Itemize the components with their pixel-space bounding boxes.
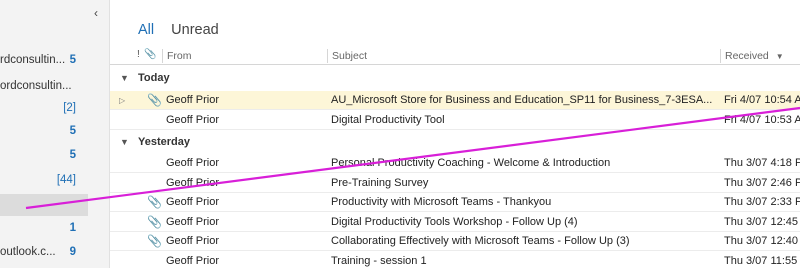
message-row[interactable]: Geoff Prior Personal Productivity Coachin… [110, 154, 800, 173]
column-subject[interactable]: Subject [327, 49, 720, 63]
message-row[interactable]: ▷ 📎 Geoff Prior AU_Microsoft Store for Busi… [110, 91, 800, 110]
attachment-icon: 📎 [147, 195, 162, 209]
importance-icon[interactable]: ! [137, 49, 140, 60]
message-row[interactable]: Geoff Prior Digital Productivity Tool Fri … [110, 111, 800, 130]
message-subject: Collaborating Effectively with Microsoft… [331, 235, 630, 247]
message-row[interactable]: 📎 Geoff Prior Productivity with Microsoft … [110, 193, 800, 212]
message-from: Geoff Prior [166, 113, 219, 126]
message-subject: Digital Productivity Tools Workshop - Fo… [331, 215, 578, 228]
message-received: Thu 3/07 2:33 P [724, 196, 800, 208]
group-label: Today [138, 72, 170, 84]
message-from: Geoff Prior [166, 176, 219, 189]
folder-unread-count: [44] [56, 174, 76, 186]
message-row[interactable]: 📎 Geoff Prior Digital Productivity Tools W… [110, 213, 800, 232]
message-received: Thu 3/07 11:55 [724, 254, 798, 267]
expand-conversation-icon[interactable]: ▷ [119, 91, 125, 110]
message-from: Geoff Prior [166, 235, 219, 247]
tab-unread[interactable]: Unread [171, 22, 219, 38]
folder-item[interactable]: ordconsultin... [0, 75, 88, 97]
filter-tabs: All Unread [138, 22, 232, 42]
message-received: Thu 3/07 4:18 P [724, 157, 800, 169]
message-received: Thu 3/07 2:46 P [724, 176, 800, 189]
attachment-icon: 📎 [147, 234, 162, 248]
message-received: Thu 3/07 12:40 [724, 235, 799, 247]
column-from[interactable]: From [162, 49, 328, 63]
column-received[interactable]: Received ▼ [720, 49, 800, 63]
message-received: Fri 4/07 10:53 A [724, 113, 800, 126]
group-collapse-chevron-icon[interactable]: ▼ [120, 130, 129, 154]
message-from: Geoff Prior [166, 215, 219, 228]
folder-pane: ‹ rdconsultin... 5 ordconsultin... [2] 5 5 [44… [0, 0, 110, 268]
message-received: Fri 4/07 10:54 A [724, 94, 800, 106]
sort-descending-icon[interactable]: ▼ [776, 52, 784, 61]
folder-item[interactable]: outlook.c... 9 [0, 241, 88, 263]
folder-name: outlook.c... [0, 246, 56, 258]
message-list: All Unread ! 📎 From Subject Received ▼ ▼… [110, 0, 800, 268]
message-subject: AU_Microsoft Store for Business and Educ… [331, 94, 713, 106]
folder-unread-count: 9 [69, 246, 76, 258]
column-header: ! 📎 From Subject Received ▼ [110, 47, 800, 65]
folder-item[interactable]: rdconsultin... 5 [0, 49, 88, 71]
message-row[interactable]: Geoff Prior Training - session 1 Thu 3/07 … [110, 252, 800, 268]
group-header-today[interactable]: ▼ Today [110, 66, 800, 90]
folder-unread-count: 5 [69, 125, 76, 137]
attachment-column-icon[interactable]: 📎 [144, 49, 156, 60]
attachment-icon: 📎 [147, 214, 162, 229]
outlook-window: ‹ rdconsultin... 5 ordconsultin... [2] 5 5 [44… [0, 0, 800, 268]
folder-unread-count: 5 [69, 54, 76, 66]
message-from: Geoff Prior [166, 196, 219, 208]
message-subject: Personal Productivity Coaching - Welcome… [331, 157, 611, 169]
attachment-icon: 📎 [147, 93, 162, 107]
tab-all[interactable]: All [138, 22, 154, 38]
message-row[interactable]: 📎 Geoff Prior Collaborating Effectively wi… [110, 232, 800, 251]
message-received: Thu 3/07 12:45 [724, 215, 799, 228]
message-from: Geoff Prior [166, 157, 219, 169]
folder-name: ordconsultin... [0, 80, 72, 92]
folder-unread-count: 1 [69, 222, 76, 234]
folder-item[interactable]: 1 [0, 217, 88, 239]
collapse-pane-chevron-icon[interactable]: ‹ [88, 5, 104, 21]
folder-item[interactable]: 5 [0, 120, 88, 142]
message-from: Geoff Prior [166, 254, 219, 267]
folder-item[interactable]: [2] [0, 97, 88, 119]
group-collapse-chevron-icon[interactable]: ▼ [120, 66, 129, 90]
message-subject: Productivity with Microsoft Teams - Than… [331, 196, 552, 208]
message-from: Geoff Prior [166, 94, 219, 106]
folder-name: rdconsultin... [0, 54, 66, 66]
message-subject: Digital Productivity Tool [331, 113, 445, 126]
folder-unread-count: 5 [69, 149, 76, 161]
column-received-label: Received [725, 50, 769, 62]
message-subject: Training - session 1 [331, 254, 427, 267]
folder-unread-count: [2] [63, 102, 76, 114]
message-row[interactable]: Geoff Prior Pre-Training Survey Thu 3/07 2… [110, 174, 800, 193]
folder-item[interactable]: 5 [0, 144, 88, 166]
message-subject: Pre-Training Survey [331, 176, 429, 189]
group-label: Yesterday [138, 136, 190, 148]
folder-item[interactable]: [44] [0, 169, 88, 191]
folder-item[interactable] [0, 194, 88, 216]
group-header-yesterday[interactable]: ▼ Yesterday [110, 130, 800, 154]
